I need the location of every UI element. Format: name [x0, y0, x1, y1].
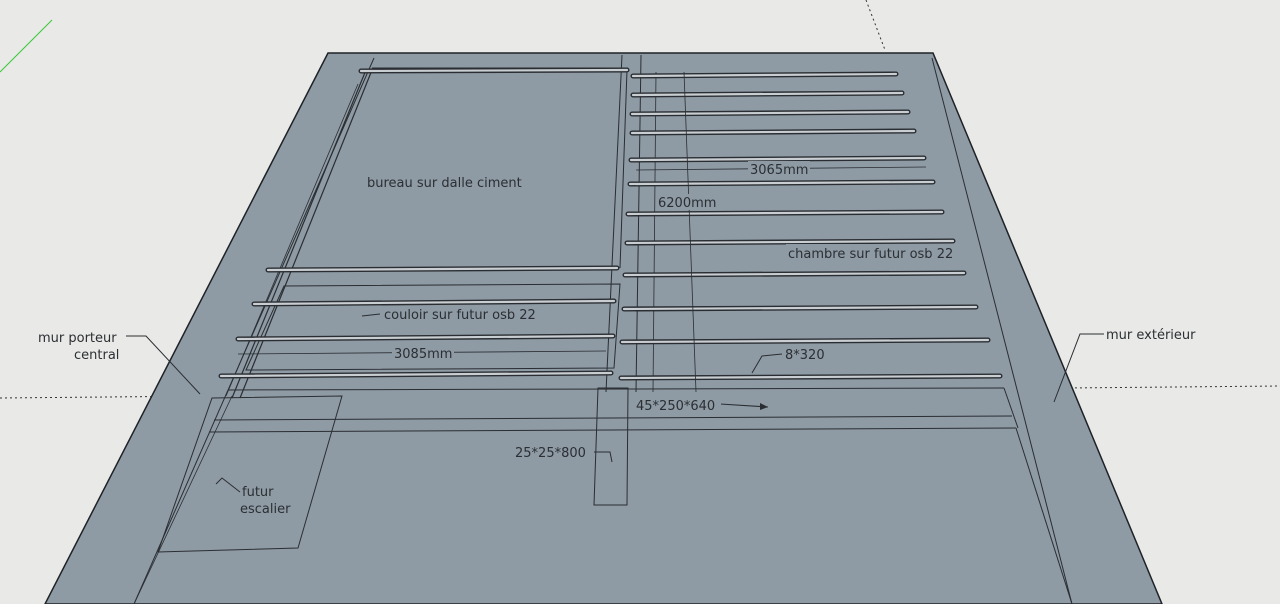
label-couloir: couloir sur futur osb 22 — [384, 308, 536, 323]
dim-6200-label: 6200mm — [658, 196, 716, 211]
green-axis-line — [0, 19, 53, 73]
blue-axis-dotted-line — [865, 0, 886, 51]
label-bureau: bureau sur dalle ciment — [367, 176, 522, 191]
dim-3085-label: 3085mm — [394, 347, 452, 362]
label-escalier-2: escalier — [240, 502, 291, 517]
label-mur-exterieur: mur extérieur — [1106, 328, 1196, 343]
dim-45x250x640-label: 45*250*640 — [636, 399, 715, 414]
floor-plan-3d-view: bureau sur dalle ciment chambre sur futu… — [0, 0, 1280, 604]
joist-office-top-highlight — [359, 68, 629, 73]
dim-25x25x800-label: 25*25*800 — [515, 446, 586, 461]
label-chambre: chambre sur futur osb 22 — [788, 247, 953, 262]
label-escalier-1: futur — [242, 485, 274, 500]
floor-slab — [44, 52, 1163, 604]
dim-3065-label: 3065mm — [750, 163, 808, 178]
label-mur-porteur-2: central — [74, 348, 119, 363]
dim-8x320-label: 8*320 — [785, 348, 825, 363]
label-mur-porteur-1: mur porteur — [38, 331, 117, 346]
